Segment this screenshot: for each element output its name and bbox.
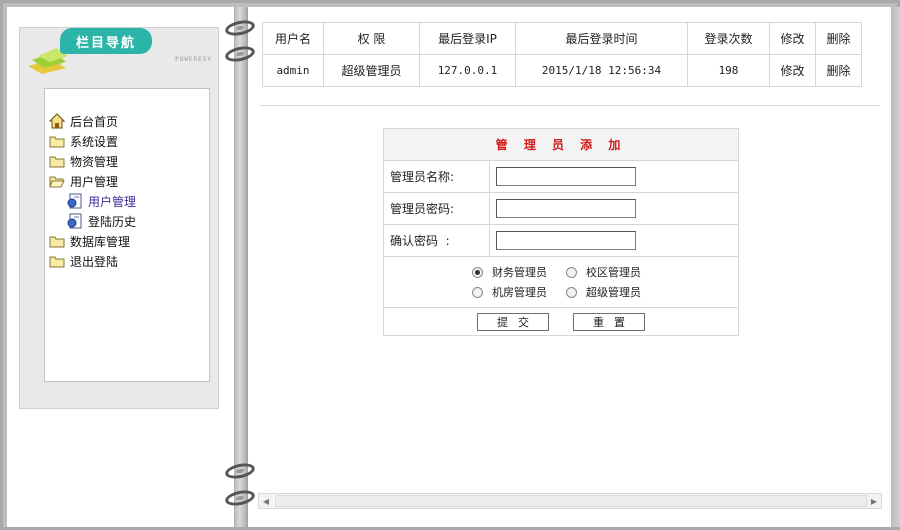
scroll-left-icon[interactable]: ◀ xyxy=(259,494,273,508)
table-header-row: 用户名 权 限 最后登录IP 最后登录时间 登录次数 修改 删除 xyxy=(262,22,862,55)
book-right-edge xyxy=(891,7,900,527)
admin-name-input[interactable] xyxy=(496,167,636,186)
form-button-row: 提交 重置 xyxy=(384,308,738,336)
col-last-ip: 最后登录IP xyxy=(419,22,516,55)
role-label: 机房管理员 xyxy=(492,286,547,299)
cell-permission: 超级管理员 xyxy=(323,54,420,87)
sidebar-item-label: 登陆历史 xyxy=(88,214,137,229)
app-frame: 用户名 权 限 最后登录IP 最后登录时间 登录次数 修改 删除 admin 超… xyxy=(0,0,900,530)
form-row-password: 管理员密码: xyxy=(384,193,738,225)
sidebar-item-label: 用户管理 xyxy=(70,174,119,189)
radio-button[interactable] xyxy=(472,286,483,298)
cell-username: admin xyxy=(262,54,324,87)
role-option-super[interactable]: 超级管理员 xyxy=(566,284,656,300)
divider xyxy=(260,105,880,106)
sidebar: 栏目导航 POWERESY 后台首页 系统设置 物资管理 用户管理 用户管理 登… xyxy=(19,27,219,409)
sidebar-header: 栏目导航 POWERESY xyxy=(20,28,218,74)
sidebar-item-logout[interactable]: 退出登陆 xyxy=(49,251,209,271)
role-option-finance[interactable]: 财务管理员 xyxy=(472,264,562,280)
col-username: 用户名 xyxy=(262,22,324,55)
users-table: 用户名 权 限 最后登录IP 最后登录时间 登录次数 修改 删除 admin 超… xyxy=(262,22,862,87)
name-label: 管理员名称: xyxy=(384,161,490,192)
scroll-thumb[interactable] xyxy=(275,495,867,507)
sidebar-item-label: 物资管理 xyxy=(70,154,119,169)
password-label: 管理员密码: xyxy=(384,193,490,224)
powered-text: POWERESY xyxy=(175,56,212,63)
col-last-time: 最后登录时间 xyxy=(515,22,688,55)
delete-link[interactable]: 删除 xyxy=(815,54,862,87)
folder-open-icon xyxy=(49,176,65,188)
sidebar-item-settings[interactable]: 系统设置 xyxy=(49,131,209,151)
sidebar-item-label: 用户管理 xyxy=(88,194,137,209)
radio-button[interactable] xyxy=(566,266,577,278)
edit-link[interactable]: 修改 xyxy=(769,54,816,87)
cell-login-count: 198 xyxy=(687,54,770,87)
form-row-name: 管理员名称: xyxy=(384,161,738,193)
content-panel: 用户名 权 限 最后登录IP 最后登录时间 登录次数 修改 删除 admin 超… xyxy=(247,7,891,527)
col-login-count: 登录次数 xyxy=(687,22,770,55)
submit-button[interactable]: 提交 xyxy=(477,313,549,331)
sidebar-item-label: 系统设置 xyxy=(70,134,119,149)
folder-icon xyxy=(49,136,65,148)
scroll-right-icon[interactable]: ▶ xyxy=(867,494,881,508)
sidebar-item-label: 退出登陆 xyxy=(70,254,119,269)
folder-icon xyxy=(49,256,65,268)
sidebar-item-label: 数据库管理 xyxy=(70,234,131,249)
sidebar-item-database[interactable]: 数据库管理 xyxy=(49,231,209,251)
form-title: 管 理 员 添 加 xyxy=(384,129,738,161)
col-permission: 权 限 xyxy=(323,22,420,55)
page-icon xyxy=(67,213,82,229)
scroll-track[interactable] xyxy=(273,495,867,507)
sidebar-menu: 后台首页 系统设置 物资管理 用户管理 用户管理 登陆历史 数据库管理 退出登陆 xyxy=(44,88,210,382)
sidebar-item-home[interactable]: 后台首页 xyxy=(49,111,209,131)
book-spine xyxy=(235,7,247,527)
home-icon xyxy=(49,113,65,129)
confirm-label: 确认密码 : xyxy=(384,225,490,256)
col-edit: 修改 xyxy=(769,22,816,55)
admin-add-form: 管 理 员 添 加 管理员名称: 管理员密码: 确认密码 : 财务管理员 校区管… xyxy=(383,128,739,336)
role-option-lab[interactable]: 机房管理员 xyxy=(472,284,562,300)
sidebar-subitem-login-history[interactable]: 登陆历史 xyxy=(49,211,209,231)
cell-last-time: 2015/1/18 12:56:34 xyxy=(515,54,688,87)
sidebar-subitem-user-manage[interactable]: 用户管理 xyxy=(49,191,209,211)
col-delete: 删除 xyxy=(815,22,862,55)
role-label: 校区管理员 xyxy=(586,266,641,279)
role-option-campus[interactable]: 校区管理员 xyxy=(566,264,656,280)
role-label: 财务管理员 xyxy=(492,266,547,279)
admin-password-input[interactable] xyxy=(496,199,636,218)
form-row-confirm: 确认密码 : xyxy=(384,225,738,257)
role-radio-group: 财务管理员 校区管理员 机房管理员 超级管理员 xyxy=(384,257,738,308)
folder-icon xyxy=(49,236,65,248)
radio-button[interactable] xyxy=(472,266,483,278)
role-label: 超级管理员 xyxy=(586,286,641,299)
sidebar-item-users[interactable]: 用户管理 xyxy=(49,171,209,191)
confirm-password-input[interactable] xyxy=(496,231,636,250)
horizontal-scrollbar[interactable]: ◀ ▶ xyxy=(258,493,882,509)
reset-button[interactable]: 重置 xyxy=(573,313,645,331)
radio-button[interactable] xyxy=(566,286,577,298)
page-icon xyxy=(67,193,82,209)
folder-icon xyxy=(49,156,65,168)
table-row: admin 超级管理员 127.0.0.1 2015/1/18 12:56:34… xyxy=(262,54,862,87)
cell-last-ip: 127.0.0.1 xyxy=(419,54,516,87)
sidebar-title: 栏目导航 xyxy=(60,28,152,54)
sidebar-item-materials[interactable]: 物资管理 xyxy=(49,151,209,171)
sidebar-item-label: 后台首页 xyxy=(70,114,119,129)
